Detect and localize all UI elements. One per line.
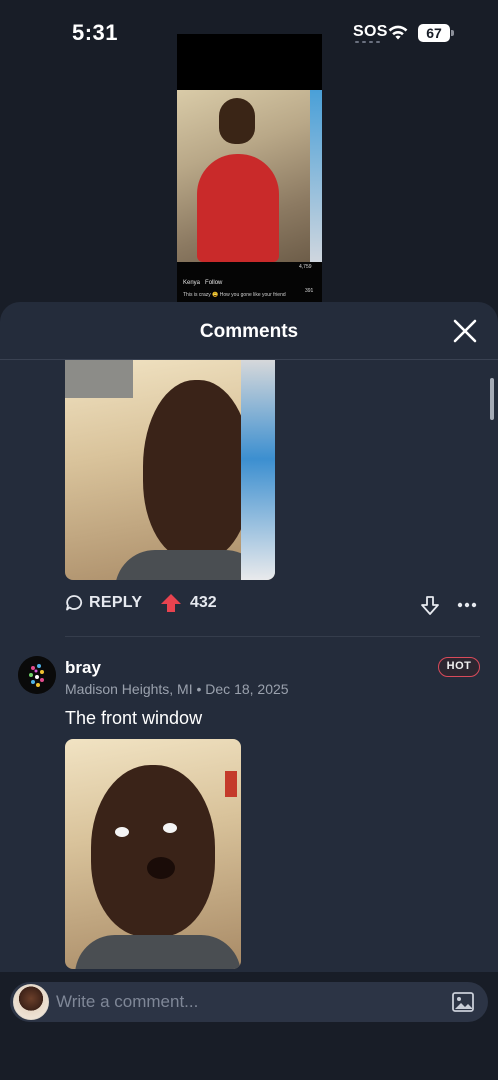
- comment-meta: Madison Heights, MI • Dec 18, 2025: [65, 681, 289, 697]
- reply-button[interactable]: REPLY: [65, 594, 142, 612]
- hot-badge: HOT: [438, 657, 480, 677]
- status-carrier: SOS: [353, 23, 388, 40]
- image-attach-icon[interactable]: [452, 992, 474, 1012]
- sheet-header: Comments: [0, 302, 498, 360]
- downvote-icon[interactable]: [419, 595, 441, 617]
- comment-divider: [65, 636, 480, 637]
- video-like-count: 4,759: [299, 264, 312, 270]
- comment-text: The front window: [65, 708, 203, 728]
- avatar-image: [18, 656, 56, 694]
- upvote-button[interactable]: 432: [160, 593, 217, 613]
- video-frame: [177, 90, 322, 262]
- reply-label: REPLY: [89, 594, 143, 611]
- status-time: 5:31: [72, 20, 119, 45]
- video-head: [219, 98, 255, 144]
- wifi-icon: [388, 25, 408, 40]
- upvote-count: 432: [190, 594, 217, 611]
- comment-image[interactable]: [65, 360, 275, 580]
- close-icon[interactable]: [452, 318, 478, 344]
- video-username: Kenya: [183, 280, 201, 286]
- comment-author[interactable]: bray: [65, 658, 101, 678]
- comment-image[interactable]: [65, 739, 241, 969]
- upvote-arrow-icon: [161, 594, 181, 612]
- video-preview[interactable]: Kenya Follow This is crazy 😩 How you gon…: [177, 34, 322, 302]
- battery-icon: 67: [418, 24, 454, 42]
- video-caption: This is crazy 😩 How you gone like your f…: [183, 292, 286, 298]
- user-avatar: [13, 984, 49, 1020]
- video-follow-button[interactable]: Follow: [205, 280, 222, 286]
- sheet-title: Comments: [199, 321, 299, 342]
- scrollbar[interactable]: [490, 378, 494, 420]
- avatar[interactable]: [18, 656, 56, 694]
- more-options-icon[interactable]: [457, 602, 477, 608]
- composer-bar: [0, 972, 498, 1080]
- video-share-count: 391: [305, 288, 314, 294]
- comments-sheet: Comments REPLY 432 bray Madison Heights,…: [0, 302, 498, 1080]
- speech-bubble-icon: [66, 595, 83, 611]
- comment-composer[interactable]: [10, 982, 488, 1022]
- video-person: [197, 154, 279, 262]
- signal-dots-icon: [355, 41, 380, 43]
- comment-input[interactable]: [56, 982, 436, 1022]
- comment-actions: REPLY 432: [65, 592, 480, 620]
- battery-level: 67: [418, 24, 450, 42]
